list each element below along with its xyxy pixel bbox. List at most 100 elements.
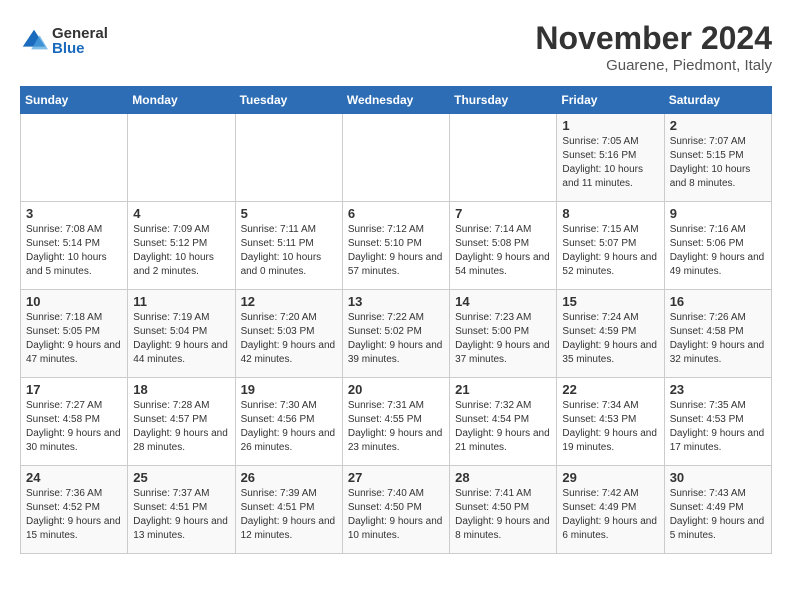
calendar-cell: 12 Sunrise: 7:20 AM Sunset: 5:03 PM Dayli… bbox=[235, 290, 342, 378]
calendar-cell bbox=[21, 114, 128, 202]
day-info: Sunrise: 7:08 AM Sunset: 5:14 PM Dayligh… bbox=[26, 223, 122, 279]
day-number: 18 bbox=[133, 382, 229, 397]
calendar-cell bbox=[235, 114, 342, 202]
day-info: Sunrise: 7:30 AM Sunset: 4:56 PM Dayligh… bbox=[241, 399, 337, 455]
calendar-week-3: 17 Sunrise: 7:27 AM Sunset: 4:58 PM Dayli… bbox=[21, 378, 772, 466]
calendar-cell: 2Sunrise: 7:07 AM Sunset: 5:15 PM Daylig… bbox=[664, 114, 771, 202]
day-info: Sunrise: 7:36 AM Sunset: 4:52 PM Dayligh… bbox=[26, 487, 122, 543]
calendar-cell: 27 Sunrise: 7:40 AM Sunset: 4:50 PM Dayli… bbox=[342, 466, 449, 554]
day-info: Sunrise: 7:19 AM Sunset: 5:04 PM Dayligh… bbox=[133, 311, 229, 367]
month-title: November 2024 bbox=[535, 20, 772, 57]
weekday-header-friday: Friday bbox=[557, 87, 664, 114]
calendar-week-1: 3 Sunrise: 7:08 AM Sunset: 5:14 PM Daylig… bbox=[21, 202, 772, 290]
day-info: Sunrise: 7:23 AM Sunset: 5:00 PM Dayligh… bbox=[455, 311, 551, 367]
weekday-header-wednesday: Wednesday bbox=[342, 87, 449, 114]
day-number: 13 bbox=[348, 294, 444, 309]
day-info: Sunrise: 7:24 AM Sunset: 4:59 PM Dayligh… bbox=[562, 311, 658, 367]
day-number: 15 bbox=[562, 294, 658, 309]
calendar-cell: 30 Sunrise: 7:43 AM Sunset: 4:49 PM Dayli… bbox=[664, 466, 771, 554]
day-info: Sunrise: 7:43 AM Sunset: 4:49 PM Dayligh… bbox=[670, 487, 766, 543]
calendar-cell: 20 Sunrise: 7:31 AM Sunset: 4:55 PM Dayli… bbox=[342, 378, 449, 466]
day-number: 27 bbox=[348, 470, 444, 485]
day-info: Sunrise: 7:37 AM Sunset: 4:51 PM Dayligh… bbox=[133, 487, 229, 543]
day-number: 11 bbox=[133, 294, 229, 309]
calendar-cell: 22Sunrise: 7:34 AM Sunset: 4:53 PM Dayli… bbox=[557, 378, 664, 466]
day-number: 30 bbox=[670, 470, 766, 485]
calendar-week-2: 10 Sunrise: 7:18 AM Sunset: 5:05 PM Dayli… bbox=[21, 290, 772, 378]
calendar-cell: 26Sunrise: 7:39 AM Sunset: 4:51 PM Dayli… bbox=[235, 466, 342, 554]
day-info: Sunrise: 7:09 AM Sunset: 5:12 PM Dayligh… bbox=[133, 223, 229, 279]
day-number: 9 bbox=[670, 206, 766, 221]
calendar-cell: 13 Sunrise: 7:22 AM Sunset: 5:02 PM Dayli… bbox=[342, 290, 449, 378]
day-number: 22 bbox=[562, 382, 658, 397]
day-number: 16 bbox=[670, 294, 766, 309]
day-number: 8 bbox=[562, 206, 658, 221]
weekday-header-tuesday: Tuesday bbox=[235, 87, 342, 114]
logo-text: General Blue bbox=[52, 26, 108, 56]
weekday-header-sunday: Sunday bbox=[21, 87, 128, 114]
weekday-header-thursday: Thursday bbox=[450, 87, 557, 114]
day-number: 3 bbox=[26, 206, 122, 221]
calendar-cell: 11 Sunrise: 7:19 AM Sunset: 5:04 PM Dayli… bbox=[128, 290, 235, 378]
calendar-cell: 7 Sunrise: 7:14 AM Sunset: 5:08 PM Daylig… bbox=[450, 202, 557, 290]
calendar-cell: 29 Sunrise: 7:42 AM Sunset: 4:49 PM Dayli… bbox=[557, 466, 664, 554]
day-info: Sunrise: 7:31 AM Sunset: 4:55 PM Dayligh… bbox=[348, 399, 444, 455]
day-info: Sunrise: 7:05 AM Sunset: 5:16 PM Dayligh… bbox=[562, 135, 658, 191]
day-info: Sunrise: 7:28 AM Sunset: 4:57 PM Dayligh… bbox=[133, 399, 229, 455]
calendar-cell: 9 Sunrise: 7:16 AM Sunset: 5:06 PM Daylig… bbox=[664, 202, 771, 290]
day-number: 12 bbox=[241, 294, 337, 309]
title-area: November 2024 Guarene, Piedmont, Italy bbox=[535, 20, 772, 74]
calendar-table: SundayMondayTuesdayWednesdayThursdayFrid… bbox=[20, 86, 772, 554]
day-number: 10 bbox=[26, 294, 122, 309]
weekday-header-row: SundayMondayTuesdayWednesdayThursdayFrid… bbox=[21, 87, 772, 114]
day-info: Sunrise: 7:18 AM Sunset: 5:05 PM Dayligh… bbox=[26, 311, 122, 367]
calendar-week-4: 24Sunrise: 7:36 AM Sunset: 4:52 PM Dayli… bbox=[21, 466, 772, 554]
day-number: 1 bbox=[562, 118, 658, 133]
calendar-cell: 14 Sunrise: 7:23 AM Sunset: 5:00 PM Dayli… bbox=[450, 290, 557, 378]
day-info: Sunrise: 7:35 AM Sunset: 4:53 PM Dayligh… bbox=[670, 399, 766, 455]
calendar-cell: 17 Sunrise: 7:27 AM Sunset: 4:58 PM Dayli… bbox=[21, 378, 128, 466]
calendar-cell bbox=[450, 114, 557, 202]
day-number: 21 bbox=[455, 382, 551, 397]
day-info: Sunrise: 7:40 AM Sunset: 4:50 PM Dayligh… bbox=[348, 487, 444, 543]
calendar-cell: 19Sunrise: 7:30 AM Sunset: 4:56 PM Dayli… bbox=[235, 378, 342, 466]
day-number: 2 bbox=[670, 118, 766, 133]
day-info: Sunrise: 7:14 AM Sunset: 5:08 PM Dayligh… bbox=[455, 223, 551, 279]
calendar-cell: 5 Sunrise: 7:11 AM Sunset: 5:11 PM Daylig… bbox=[235, 202, 342, 290]
day-info: Sunrise: 7:20 AM Sunset: 5:03 PM Dayligh… bbox=[241, 311, 337, 367]
calendar-week-0: 1 Sunrise: 7:05 AM Sunset: 5:16 PM Daylig… bbox=[21, 114, 772, 202]
location-subtitle: Guarene, Piedmont, Italy bbox=[535, 57, 772, 74]
day-number: 6 bbox=[348, 206, 444, 221]
day-number: 17 bbox=[26, 382, 122, 397]
day-number: 28 bbox=[455, 470, 551, 485]
weekday-header-saturday: Saturday bbox=[664, 87, 771, 114]
day-info: Sunrise: 7:32 AM Sunset: 4:54 PM Dayligh… bbox=[455, 399, 551, 455]
logo-blue: Blue bbox=[52, 41, 108, 56]
day-info: Sunrise: 7:16 AM Sunset: 5:06 PM Dayligh… bbox=[670, 223, 766, 279]
day-number: 4 bbox=[133, 206, 229, 221]
calendar-cell: 21 Sunrise: 7:32 AM Sunset: 4:54 PM Dayli… bbox=[450, 378, 557, 466]
day-info: Sunrise: 7:27 AM Sunset: 4:58 PM Dayligh… bbox=[26, 399, 122, 455]
day-number: 20 bbox=[348, 382, 444, 397]
calendar-cell: 1 Sunrise: 7:05 AM Sunset: 5:16 PM Daylig… bbox=[557, 114, 664, 202]
day-number: 25 bbox=[133, 470, 229, 485]
page-header: General Blue November 2024 Guarene, Pied… bbox=[20, 20, 772, 74]
calendar-cell: 25 Sunrise: 7:37 AM Sunset: 4:51 PM Dayli… bbox=[128, 466, 235, 554]
logo: General Blue bbox=[20, 26, 108, 56]
day-number: 14 bbox=[455, 294, 551, 309]
logo-icon bbox=[20, 27, 48, 55]
day-info: Sunrise: 7:12 AM Sunset: 5:10 PM Dayligh… bbox=[348, 223, 444, 279]
day-info: Sunrise: 7:41 AM Sunset: 4:50 PM Dayligh… bbox=[455, 487, 551, 543]
day-number: 5 bbox=[241, 206, 337, 221]
day-number: 29 bbox=[562, 470, 658, 485]
calendar-cell: 3 Sunrise: 7:08 AM Sunset: 5:14 PM Daylig… bbox=[21, 202, 128, 290]
calendar-cell: 10 Sunrise: 7:18 AM Sunset: 5:05 PM Dayli… bbox=[21, 290, 128, 378]
day-info: Sunrise: 7:42 AM Sunset: 4:49 PM Dayligh… bbox=[562, 487, 658, 543]
day-number: 7 bbox=[455, 206, 551, 221]
day-info: Sunrise: 7:22 AM Sunset: 5:02 PM Dayligh… bbox=[348, 311, 444, 367]
calendar-cell: 24Sunrise: 7:36 AM Sunset: 4:52 PM Dayli… bbox=[21, 466, 128, 554]
day-info: Sunrise: 7:11 AM Sunset: 5:11 PM Dayligh… bbox=[241, 223, 337, 279]
calendar-cell: 8Sunrise: 7:15 AM Sunset: 5:07 PM Daylig… bbox=[557, 202, 664, 290]
day-info: Sunrise: 7:26 AM Sunset: 4:58 PM Dayligh… bbox=[670, 311, 766, 367]
calendar-body: 1 Sunrise: 7:05 AM Sunset: 5:16 PM Daylig… bbox=[21, 114, 772, 554]
